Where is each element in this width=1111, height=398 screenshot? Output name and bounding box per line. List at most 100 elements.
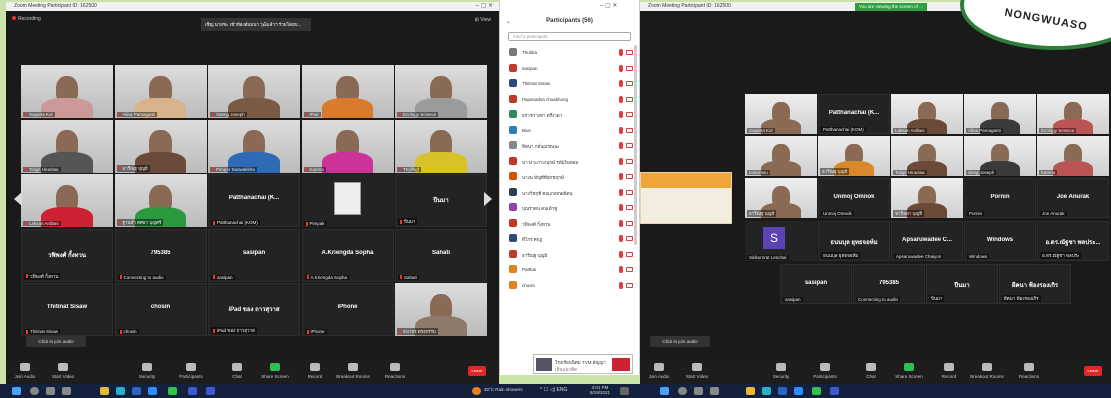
participant-tile[interactable]: Taligit Hiranlaa [891, 136, 963, 176]
line-icon[interactable] [168, 387, 177, 395]
widgets-icon[interactable] [62, 387, 71, 395]
toolbar-button[interactable]: Reactions [1012, 363, 1046, 379]
muted-mic-icon[interactable] [619, 80, 623, 87]
toolbar-button[interactable]: Reactions [378, 363, 412, 379]
participant-tile[interactable]: ผีคนา ฟ้องรองเกิร ผีคนา ฟ้องรองเกิร [999, 264, 1071, 304]
muted-mic-icon[interactable] [619, 281, 623, 289]
muted-mic-icon[interactable] [619, 95, 623, 103]
muted-mic-icon[interactable] [619, 64, 623, 72]
participant-tile[interactable]: วฟิพงศ์ กั้งทวน วฟิพงศ์ กั้งทวน [21, 228, 113, 282]
participant-tile[interactable]: Seng Joseph [964, 136, 1036, 176]
muted-mic-icon[interactable] [619, 126, 623, 134]
r-explorer-icon[interactable] [746, 387, 755, 395]
participant-tile[interactable]: Windows Windows [964, 221, 1036, 261]
participant-tile[interactable]: Ecology Science [395, 65, 487, 118]
participant-tile[interactable]: iPad ของ ถาวสุวาส iPad ของ ถาวสุวาส [208, 283, 300, 336]
search-icon[interactable] [30, 387, 39, 395]
participant-row[interactable]: วฟิพงศ์ กั้งทวน [500, 216, 639, 232]
participant-row[interactable]: chosin [500, 278, 639, 294]
participant-tile[interactable]: ชากิลยา บุญทิ [891, 178, 963, 218]
participant-tile[interactable]: Pimpak [301, 174, 394, 227]
word-icon[interactable] [132, 387, 141, 395]
participant-tile[interactable]: อ.ดร.ณัฐชา พลประ... อ.ดร.ณัฐชา พลประ [1037, 221, 1109, 261]
r-task-view-icon[interactable] [694, 387, 703, 395]
video-off-icon[interactable] [626, 267, 633, 272]
tray-icons[interactable]: ^ ☐ ◁) ENG [540, 387, 567, 393]
participant-tile[interactable]: ปีนมา ปีนมา [395, 174, 487, 227]
participant-tile[interactable]: Apsaruwadee C... Apsaruwadee Chaiyon [891, 221, 963, 261]
participant-tile[interactable]: 795385 Connecting to audio [853, 264, 925, 304]
participant-tile[interactable]: iPhone iPhone [301, 283, 394, 336]
explorer-icon[interactable] [100, 387, 109, 395]
video-off-icon[interactable] [626, 236, 633, 241]
toolbar-button[interactable]: Breakout Rooms [336, 363, 370, 379]
participant-row[interactable]: sasipan [500, 61, 639, 77]
video-off-icon[interactable] [626, 189, 633, 195]
video-off-icon[interactable] [626, 50, 633, 55]
participant-row[interactable]: นางน ทัญทีทีสุกชฤกษ์ [500, 169, 639, 185]
video-off-icon[interactable] [626, 127, 633, 133]
participant-row[interactable]: ธรวชว่างทา ตรึงวดา [500, 107, 639, 123]
participant-tile[interactable]: Supatra Kol [745, 94, 817, 134]
muted-mic-icon[interactable] [619, 250, 623, 258]
weather-icon[interactable] [472, 387, 481, 395]
participant-tile[interactable]: Alina Pamaganti [964, 94, 1036, 134]
toolbar-button[interactable]: Record [298, 363, 332, 379]
participant-tile[interactable]: Unmoj Omnok Unmoj Omnok [818, 178, 890, 218]
participant-tile[interactable]: Supatra Kol [21, 65, 113, 118]
start-icon[interactable] [12, 387, 21, 395]
notification-popup[interactable]: โรงเรียนนิคม TVM สัญญา เห็นแนวคิด [533, 354, 633, 374]
participant-row[interactable]: ธาริณฐ บุญมี [500, 247, 639, 263]
participant-tile[interactable]: Karima [1037, 136, 1109, 176]
video-off-icon[interactable] [626, 174, 633, 179]
participant-tile[interactable]: Pimpor Saowakkha [208, 119, 300, 173]
participant-tile[interactable]: sasipan sasipan [780, 264, 852, 304]
toolbar-button[interactable]: Share Screen [892, 363, 926, 379]
video-off-icon[interactable] [626, 220, 633, 226]
participant-tile[interactable]: Karima [301, 119, 394, 173]
video-off-icon[interactable] [626, 205, 633, 210]
leave-button[interactable]: Leave [1084, 366, 1102, 376]
participant-row[interactable]: Bius [500, 123, 639, 139]
participant-tile[interactable]: Joe Anurak Joe Anurak [1037, 178, 1109, 218]
participant-tile[interactable]: Patthanachai (K... Patthanachai (KOM) [208, 174, 300, 227]
muted-mic-icon[interactable] [619, 49, 623, 56]
participant-tile[interactable]: Ecology Science [1037, 94, 1109, 134]
toolbar-button[interactable]: Record [932, 363, 966, 379]
participant-row[interactable]: ทิตนา กลั่นณรณนะ [500, 138, 639, 154]
toolbar-button[interactable]: Start Video [680, 363, 714, 379]
r-app-icon[interactable] [830, 387, 839, 395]
toolbar-button[interactable]: Security [764, 363, 798, 379]
muted-mic-icon[interactable] [619, 235, 623, 242]
participant-row[interactable]: นาวงวะกาเงนุกษ์ รณีเงินทอม [500, 154, 639, 170]
video-off-icon[interactable] [626, 81, 633, 86]
participant-tile[interactable]: Laksan Ardlani [891, 94, 963, 134]
participant-tile[interactable]: S Sirikornrat Lenchai [745, 221, 817, 261]
participant-row[interactable]: Patthai [500, 262, 639, 278]
muted-mic-icon[interactable] [619, 142, 623, 149]
participant-row[interactable]: นางวีชฤชี คณุเกลกษณีตน [500, 185, 639, 201]
participant-row[interactable]: ทิโกร ศกฏ [500, 231, 639, 247]
panel-scrollbar[interactable] [634, 45, 637, 245]
participant-tile[interactable]: 795385 Connecting to audio [114, 228, 207, 282]
participant-tile[interactable]: Laksan Ardlani [21, 174, 113, 227]
zoom-icon[interactable] [148, 387, 157, 395]
participant-tile[interactable]: Sahati Sahati [395, 228, 487, 282]
participant-tile[interactable]: Saeng Joseph [208, 65, 300, 118]
participant-tile[interactable]: Thitinat Sisaw Thitinat Sisaw [21, 283, 113, 336]
toolbar-button[interactable]: Chat [220, 363, 254, 379]
app2-icon[interactable] [206, 387, 215, 395]
muted-mic-icon[interactable] [619, 219, 623, 227]
participant-tile[interactable]: iPad [301, 65, 394, 118]
r-search-icon[interactable] [678, 387, 687, 395]
participant-tile[interactable]: Kokomsu [745, 136, 817, 176]
participant-tile[interactable]: A.Kriengda Sopha A.Kriengda Sopha [301, 228, 394, 282]
participant-tile[interactable]: ธนาธร ตรงธรรม [395, 283, 487, 336]
muted-mic-icon[interactable] [619, 173, 623, 180]
participant-tile[interactable]: Patthanachai (K... Patthanachai (KOM) [818, 94, 890, 134]
participant-tile[interactable]: sasipan sasipan [208, 228, 300, 282]
participant-tile[interactable]: ธาริณฐ บุญมี [818, 136, 890, 176]
prev-page-arrow-icon[interactable] [14, 192, 22, 206]
participant-tile[interactable]: ฐานสำ ศศธา บุญศรี [114, 174, 207, 227]
r-word-icon[interactable] [778, 387, 787, 395]
